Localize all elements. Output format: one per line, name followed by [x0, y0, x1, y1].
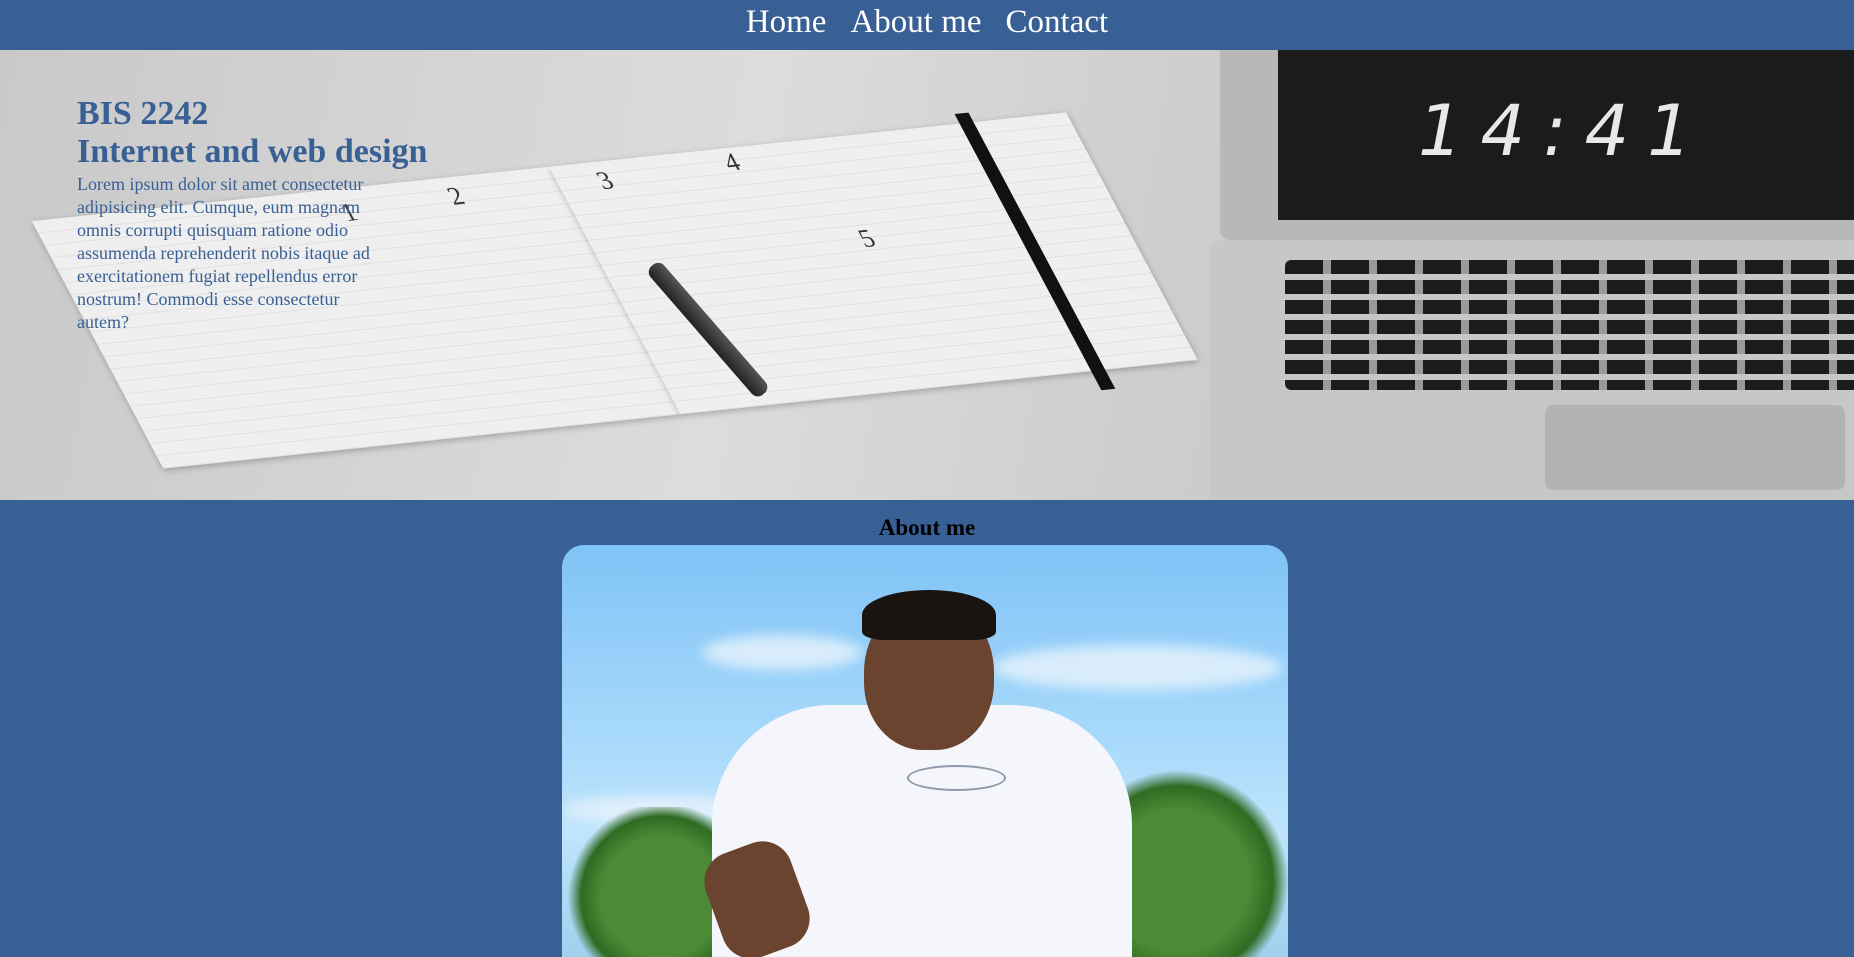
page-number: 4: [717, 147, 746, 177]
hero-text-block: BIS 2242 Internet and web design Lorem i…: [77, 95, 428, 334]
cloud-shape: [702, 635, 862, 670]
profile-photo: [562, 545, 1288, 957]
page-number: 3: [591, 165, 619, 195]
page-number: 2: [442, 181, 470, 211]
nav-contact-link[interactable]: Contact: [1006, 5, 1109, 39]
about-heading: About me: [878, 515, 976, 540]
laptop-screen: 14:41: [1220, 50, 1854, 240]
laptop-illustration: 14:41: [1210, 50, 1854, 500]
course-title: Internet and web design: [77, 133, 428, 170]
about-section: About me: [0, 500, 1854, 540]
laptop-display: 14:41: [1278, 50, 1854, 220]
shirt-logo-icon: [907, 765, 1006, 791]
clock-display: 14:41: [1418, 90, 1710, 172]
top-nav: Home About me Contact: [0, 0, 1854, 50]
hero-description: Lorem ipsum dolor sit amet consectetur a…: [77, 174, 370, 332]
nav-about-link[interactable]: About me: [850, 5, 981, 39]
laptop-trackpad: [1545, 405, 1845, 490]
person-hair: [862, 590, 996, 640]
hero-banner: 1 2 3 4 5 14:41 BIS 2242 Internet and we…: [0, 50, 1854, 500]
cloud-shape: [992, 645, 1282, 690]
course-code: BIS 2242: [77, 95, 209, 132]
page-number: 5: [853, 223, 881, 253]
nav-home-link[interactable]: Home: [746, 5, 827, 39]
laptop-keyboard: [1285, 260, 1854, 390]
